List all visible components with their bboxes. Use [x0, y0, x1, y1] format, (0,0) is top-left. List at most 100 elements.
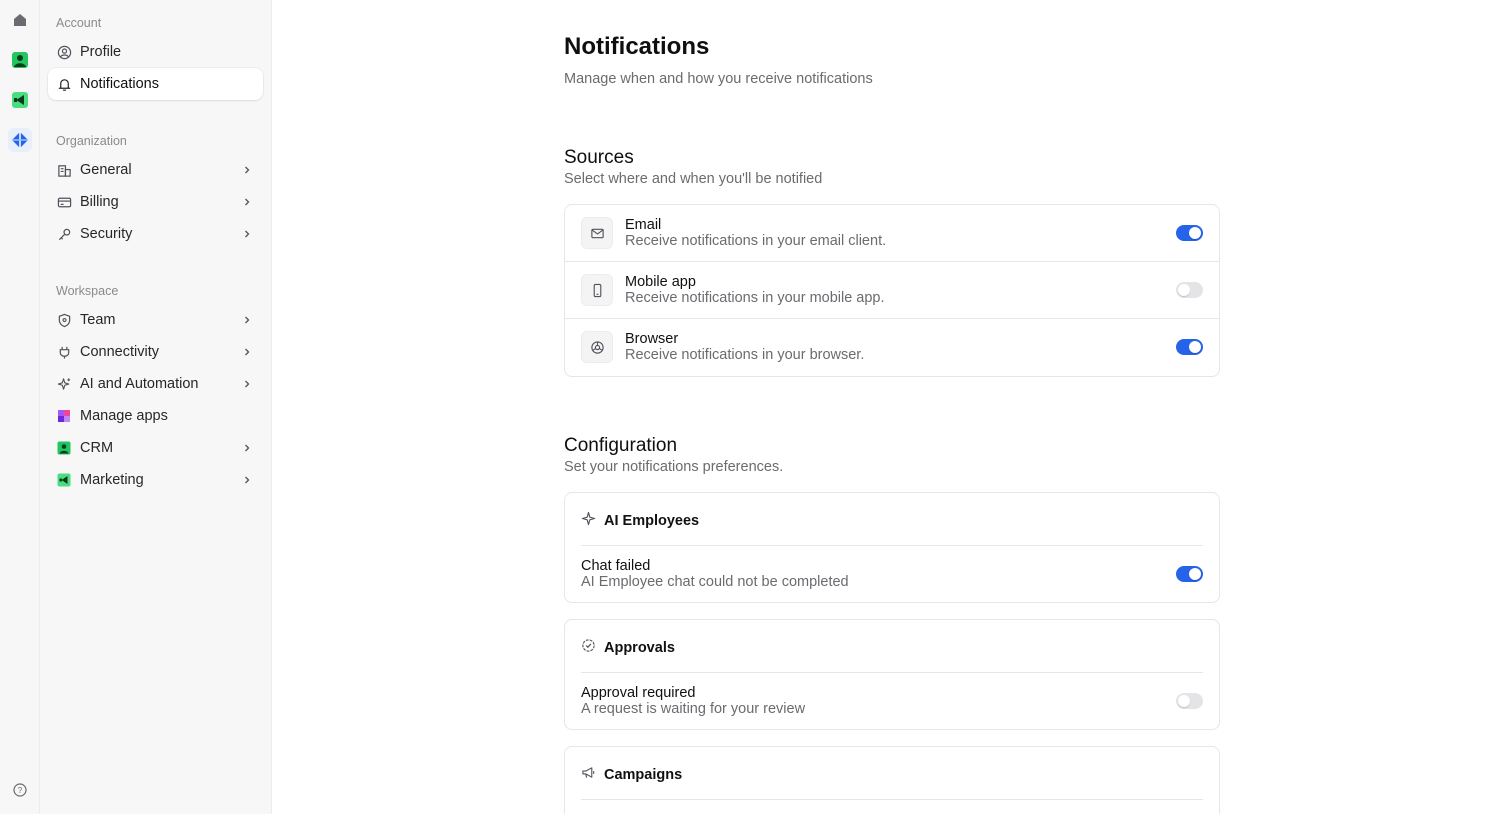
marketing-app-icon [56, 472, 72, 488]
sidebar-item-crm[interactable]: CRM [48, 432, 263, 464]
group-title-workspace: Workspace [56, 284, 119, 298]
divider [581, 799, 1203, 800]
sidebar-item-label: Team [80, 312, 116, 328]
toggle-knob [1178, 284, 1190, 296]
config-card-title: AI Employees [604, 513, 700, 529]
sidebar-item-label: General [80, 162, 132, 178]
svg-text:?: ? [18, 786, 23, 795]
sources-section-title: Sources [564, 147, 634, 168]
configuration-section-title: Configuration [564, 435, 678, 456]
config-card-campaigns: Campaigns [564, 746, 1220, 814]
group-title-organization: Organization [56, 134, 127, 148]
sidebar-item-label: AI and Automation [80, 376, 199, 392]
source-title: Email [625, 217, 662, 233]
sidebar-item-label: Connectivity [80, 344, 159, 360]
key-icon [56, 226, 72, 242]
home-icon[interactable] [8, 8, 32, 32]
toggle-knob [1189, 568, 1201, 580]
sidebar-item-profile[interactable]: Profile [48, 36, 263, 68]
source-description: Receive notifications in your mobile app… [625, 290, 885, 306]
config-card-ai-employees: AI Employees Chat failed AI Employee cha… [564, 492, 1220, 603]
email-toggle[interactable] [1176, 225, 1203, 241]
sidebar-item-connectivity[interactable]: Connectivity [48, 336, 263, 368]
workspace-app-icon[interactable] [8, 128, 32, 152]
mobile-app-toggle[interactable] [1176, 282, 1203, 298]
sidebar-item-marketing[interactable]: Marketing [48, 464, 263, 496]
source-row-browser: Browser Receive notifications in your br… [565, 319, 1219, 376]
megaphone-icon [581, 765, 596, 785]
sidebar-item-label: Manage apps [80, 408, 168, 424]
toggle-knob [1189, 227, 1201, 239]
sidebar-item-label: Security [80, 226, 133, 242]
notification-item-description: A request is waiting for your review [581, 701, 806, 717]
toggle-knob [1189, 341, 1201, 353]
check-badge-icon [581, 638, 596, 658]
apps-grid-icon [56, 408, 72, 424]
crm-app-icon [56, 440, 72, 456]
sidebar-item-ai-and-automation[interactable]: AI and Automation [48, 368, 263, 400]
chevron-right-icon [239, 194, 255, 210]
source-description: Receive notifications in your browser. [625, 347, 865, 363]
notification-item-description: AI Employee chat could not be completed [581, 574, 849, 590]
sidebar-item-label: Notifications [80, 76, 159, 92]
chevron-right-icon [239, 226, 255, 242]
config-card-title: Campaigns [604, 767, 683, 783]
sidebar-item-billing[interactable]: Billing [48, 186, 263, 218]
sparkle-icon [56, 376, 72, 392]
settings-sidebar: Account Profile Notifications Organizati… [40, 0, 272, 814]
help-icon[interactable]: ? [8, 778, 32, 802]
plug-icon [56, 344, 72, 360]
page-subtitle: Manage when and how you receive notifica… [564, 71, 873, 87]
config-card-header: Campaigns [581, 765, 682, 785]
sidebar-item-security[interactable]: Security [48, 218, 263, 250]
sources-card: Email Receive notifications in your emai… [564, 204, 1220, 377]
building-icon [56, 162, 72, 178]
chat-failed-toggle[interactable] [1176, 566, 1203, 582]
user-circle-icon [56, 44, 72, 60]
chevron-right-icon [239, 312, 255, 328]
marketing-app-icon[interactable] [8, 88, 32, 112]
config-card-title: Approvals [604, 640, 675, 656]
browser-toggle[interactable] [1176, 339, 1203, 355]
source-row-mobile-app: Mobile app Receive notifications in your… [565, 262, 1219, 319]
config-card-header: Approvals [581, 638, 675, 658]
source-description: Receive notifications in your email clie… [625, 233, 887, 249]
sidebar-item-team[interactable]: Team [48, 304, 263, 336]
sidebar-item-notifications[interactable]: Notifications [48, 68, 263, 100]
mobile-icon [581, 274, 613, 306]
crm-app-icon[interactable] [8, 48, 32, 72]
chevron-right-icon [239, 162, 255, 178]
config-card-header: AI Employees [581, 511, 699, 531]
chevron-right-icon [239, 344, 255, 360]
chevron-right-icon [239, 376, 255, 392]
sidebar-item-label: Billing [80, 194, 119, 210]
credit-card-icon [56, 194, 72, 210]
sidebar-item-manage-apps[interactable]: Manage apps [48, 400, 263, 432]
sidebar-item-general[interactable]: General [48, 154, 263, 186]
shield-icon [56, 312, 72, 328]
source-row-email: Email Receive notifications in your emai… [565, 205, 1219, 262]
mail-icon [581, 217, 613, 249]
app-rail: ? [0, 0, 40, 814]
notification-item-title: Approval required [581, 685, 696, 701]
chevron-right-icon [239, 440, 255, 456]
sparkle-icon [581, 511, 596, 531]
browser-icon [581, 331, 613, 363]
toggle-knob [1178, 695, 1190, 707]
notification-item-title: Chat failed [581, 558, 651, 574]
divider [581, 545, 1203, 546]
group-title-account: Account [56, 16, 102, 30]
approval-required-toggle[interactable] [1176, 693, 1203, 709]
sidebar-item-label: Marketing [80, 472, 144, 488]
sources-section-subtitle: Select where and when you'll be notified [564, 171, 823, 187]
configuration-section-subtitle: Set your notifications preferences. [564, 459, 784, 475]
source-title: Mobile app [625, 274, 696, 290]
divider [581, 672, 1203, 673]
config-card-approvals: Approvals Approval required A request is… [564, 619, 1220, 730]
sidebar-item-label: CRM [80, 440, 114, 456]
sidebar-item-label: Profile [80, 44, 122, 60]
bell-icon [56, 76, 72, 92]
chevron-right-icon [239, 472, 255, 488]
page-title: Notifications [564, 33, 710, 60]
source-title: Browser [625, 331, 679, 347]
